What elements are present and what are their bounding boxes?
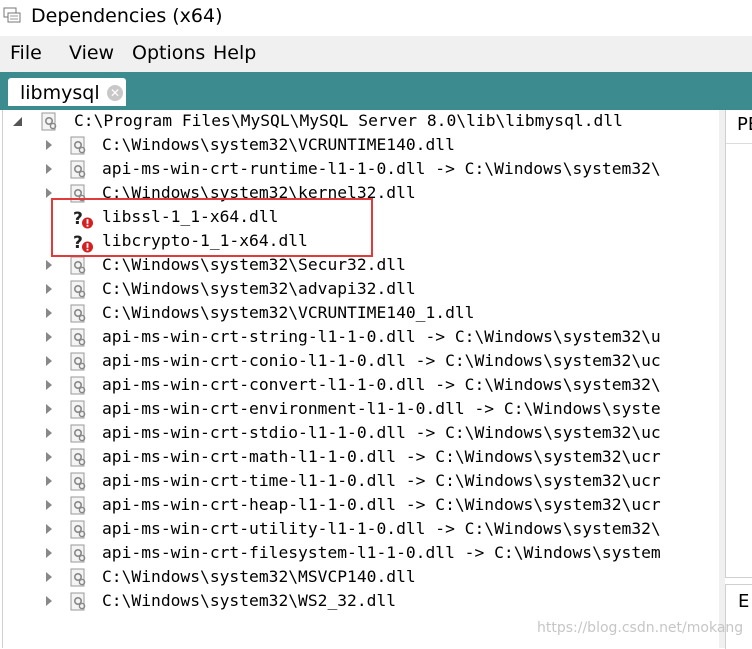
tree-row-label: api-ms-win-crt-stdio-l1-1-0.dll -> C:\Wi… xyxy=(102,423,661,442)
expand-arrow-icon[interactable] xyxy=(46,500,52,510)
right-panel-label: PE xyxy=(737,114,752,135)
tree-row-label: api-ms-win-crt-utility-l1-1-0.dll -> C:\… xyxy=(102,519,661,538)
expand-arrow-icon[interactable] xyxy=(46,140,52,150)
tree-row-label: api-ms-win-crt-time-l1-1-0.dll -> C:\Win… xyxy=(102,471,661,490)
dll-module-icon xyxy=(70,448,86,467)
tree-row[interactable]: api-ms-win-crt-convert-l1-1-0.dll -> C:\… xyxy=(3,374,719,398)
tree-row[interactable]: api-ms-win-crt-string-l1-1-0.dll -> C:\W… xyxy=(3,326,719,350)
dll-module-icon xyxy=(70,568,86,587)
dll-module-icon xyxy=(70,472,86,491)
missing-dll-highlight xyxy=(51,198,373,257)
tree-row[interactable]: api-ms-win-crt-conio-l1-1-0.dll -> C:\Wi… xyxy=(3,350,719,374)
expand-arrow-icon[interactable] xyxy=(46,356,52,366)
tab-strip: libmysql ✕ xyxy=(0,72,752,110)
dll-module-icon xyxy=(70,520,86,539)
tree-row[interactable]: api-ms-win-crt-runtime-l1-1-0.dll -> C:\… xyxy=(3,158,719,182)
tab-label: libmysql xyxy=(20,82,100,104)
expand-arrow-icon[interactable] xyxy=(46,548,52,558)
tree-row-label: C:\Windows\system32\Secur32.dll xyxy=(102,255,406,274)
expand-arrow-icon[interactable] xyxy=(46,188,52,198)
dll-module-icon xyxy=(70,256,86,275)
tree-row[interactable]: api-ms-win-crt-stdio-l1-1-0.dll -> C:\Wi… xyxy=(3,422,719,446)
expand-arrow-icon[interactable] xyxy=(46,308,52,318)
tree-row-label: C:\Program Files\MySQL\MySQL Server 8.0\… xyxy=(74,111,623,130)
expand-arrow-icon[interactable] xyxy=(46,452,52,462)
watermark: https://blog.csdn.net/mokang xyxy=(537,620,744,636)
tree-row-label: api-ms-win-crt-conio-l1-1-0.dll -> C:\Wi… xyxy=(102,351,661,370)
menu-help[interactable]: Help xyxy=(213,42,256,64)
tree-row-label: C:\Windows\system32\WS2_32.dll xyxy=(102,591,397,610)
tree-row-label: api-ms-win-crt-math-l1-1-0.dll -> C:\Win… xyxy=(102,447,661,466)
menu-options[interactable]: Options xyxy=(132,42,205,64)
dll-module-icon xyxy=(70,400,86,419)
close-icon[interactable]: ✕ xyxy=(107,85,123,101)
tree-row[interactable]: C:\Windows\system32\advapi32.dll xyxy=(3,278,719,302)
tree-row[interactable]: C:\Windows\system32\VCRUNTIME140.dll xyxy=(3,134,719,158)
dll-module-icon xyxy=(70,352,86,371)
app-icon xyxy=(3,7,21,23)
divider xyxy=(726,143,752,144)
expand-arrow-icon[interactable] xyxy=(46,332,52,342)
tree-row[interactable]: C:\Windows\system32\WS2_32.dll xyxy=(3,590,719,614)
tree-row[interactable]: api-ms-win-crt-time-l1-1-0.dll -> C:\Win… xyxy=(3,470,719,494)
expand-arrow-icon[interactable] xyxy=(46,404,52,414)
expand-arrow-icon[interactable] xyxy=(46,164,52,174)
tree-row-label: api-ms-win-crt-environment-l1-1-0.dll ->… xyxy=(102,399,661,418)
tree-row[interactable]: api-ms-win-crt-utility-l1-1-0.dll -> C:\… xyxy=(3,518,719,542)
tree-row[interactable]: api-ms-win-crt-math-l1-1-0.dll -> C:\Win… xyxy=(3,446,719,470)
dll-module-icon xyxy=(70,280,86,299)
tree-row-label: C:\Windows\system32\VCRUNTIME140.dll xyxy=(102,135,455,154)
right-panel-exports: E xyxy=(725,584,752,649)
menu-view[interactable]: View xyxy=(69,42,114,64)
expand-arrow-icon[interactable] xyxy=(46,596,52,606)
tree-row[interactable]: C:\Windows\system32\MSVCP140.dll xyxy=(3,566,719,590)
tree-row-label: C:\Windows\system32\advapi32.dll xyxy=(102,279,416,298)
right-panel-label: E xyxy=(738,591,750,612)
dependency-tree[interactable]: C:\Program Files\MySQL\MySQL Server 8.0\… xyxy=(2,110,719,648)
dll-module-icon xyxy=(70,304,86,323)
tree-row[interactable]: api-ms-win-crt-filesystem-l1-1-0.dll -> … xyxy=(3,542,719,566)
expand-arrow-icon[interactable] xyxy=(46,380,52,390)
expand-arrow-icon[interactable] xyxy=(46,524,52,534)
dll-module-icon xyxy=(70,328,86,347)
tree-row-label: api-ms-win-crt-string-l1-1-0.dll -> C:\W… xyxy=(102,327,661,346)
tree-row[interactable]: C:\Windows\system32\VCRUNTIME140_1.dll xyxy=(3,302,719,326)
tree-row[interactable]: api-ms-win-crt-heap-l1-1-0.dll -> C:\Win… xyxy=(3,494,719,518)
menu-bar: File View Options Help xyxy=(0,36,752,72)
tree-row-label: C:\Windows\system32\VCRUNTIME140_1.dll xyxy=(102,303,475,322)
dll-module-icon xyxy=(41,112,57,131)
window-title: Dependencies (x64) xyxy=(31,5,223,27)
tree-row-label: C:\Windows\system32\MSVCP140.dll xyxy=(102,567,416,586)
tree-row-label: api-ms-win-crt-runtime-l1-1-0.dll -> C:\… xyxy=(102,159,661,178)
tree-row-label: api-ms-win-crt-convert-l1-1-0.dll -> C:\… xyxy=(102,375,661,394)
collapse-arrow-icon[interactable] xyxy=(13,117,22,126)
expand-arrow-icon[interactable] xyxy=(46,572,52,582)
dll-module-icon xyxy=(70,376,86,395)
title-bar: Dependencies (x64) xyxy=(0,0,752,36)
dll-module-icon xyxy=(70,424,86,443)
tree-row[interactable]: C:\Windows\system32\Secur32.dll xyxy=(3,254,719,278)
dll-module-icon xyxy=(70,544,86,563)
menu-file[interactable]: File xyxy=(10,42,42,64)
dll-module-icon xyxy=(70,136,86,155)
tree-row-label: api-ms-win-crt-heap-l1-1-0.dll -> C:\Win… xyxy=(102,495,661,514)
expand-arrow-icon[interactable] xyxy=(46,260,52,270)
tree-row[interactable]: api-ms-win-crt-environment-l1-1-0.dll ->… xyxy=(3,398,719,422)
right-panel-pe: PE xyxy=(725,110,752,578)
dll-module-icon xyxy=(70,592,86,611)
tree-row-root[interactable]: C:\Program Files\MySQL\MySQL Server 8.0\… xyxy=(3,110,719,134)
expand-arrow-icon[interactable] xyxy=(46,284,52,294)
expand-arrow-icon[interactable] xyxy=(46,428,52,438)
expand-arrow-icon[interactable] xyxy=(46,476,52,486)
dll-module-icon xyxy=(70,160,86,179)
tree-row-label: api-ms-win-crt-filesystem-l1-1-0.dll -> … xyxy=(102,543,661,562)
dll-module-icon xyxy=(70,496,86,515)
